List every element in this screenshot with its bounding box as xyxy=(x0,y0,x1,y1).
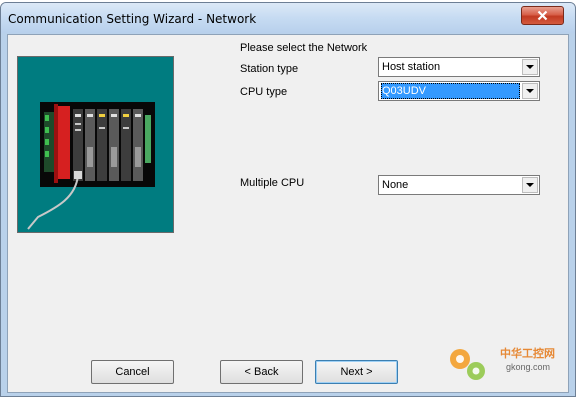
watermark-domain: gkong.com xyxy=(506,362,551,372)
watermark-text-cn: 中华工控网 xyxy=(500,347,555,360)
station-type-value: Host station xyxy=(382,61,441,73)
back-button[interactable]: < Back xyxy=(220,360,303,384)
station-type-select[interactable]: Host station xyxy=(378,57,540,77)
gkong-watermark: 中华工控网 gkong.com xyxy=(440,337,576,395)
network-prompt: Please select the Network xyxy=(240,42,368,54)
cpu-type-label: CPU type xyxy=(240,86,288,98)
close-icon xyxy=(537,10,548,21)
chevron-down-icon[interactable] xyxy=(522,83,538,99)
cpu-type-select[interactable]: Q03UDV xyxy=(378,81,540,101)
chevron-down-icon[interactable] xyxy=(522,177,538,193)
window-title: Communication Setting Wizard - Network xyxy=(8,12,257,26)
multiple-cpu-value: None xyxy=(382,179,409,191)
cpu-type-value: Q03UDV xyxy=(381,83,520,99)
plc-illustration xyxy=(17,56,174,233)
title-bar[interactable]: Communication Setting Wizard - Network xyxy=(1,3,575,33)
close-button[interactable] xyxy=(521,6,564,25)
chevron-down-icon[interactable] xyxy=(522,59,538,75)
next-button[interactable]: Next > xyxy=(315,360,398,384)
cancel-button[interactable]: Cancel xyxy=(91,360,174,384)
multiple-cpu-label: Multiple CPU xyxy=(240,177,305,189)
multiple-cpu-select[interactable]: None xyxy=(378,175,540,195)
station-type-label: Station type xyxy=(240,63,299,75)
